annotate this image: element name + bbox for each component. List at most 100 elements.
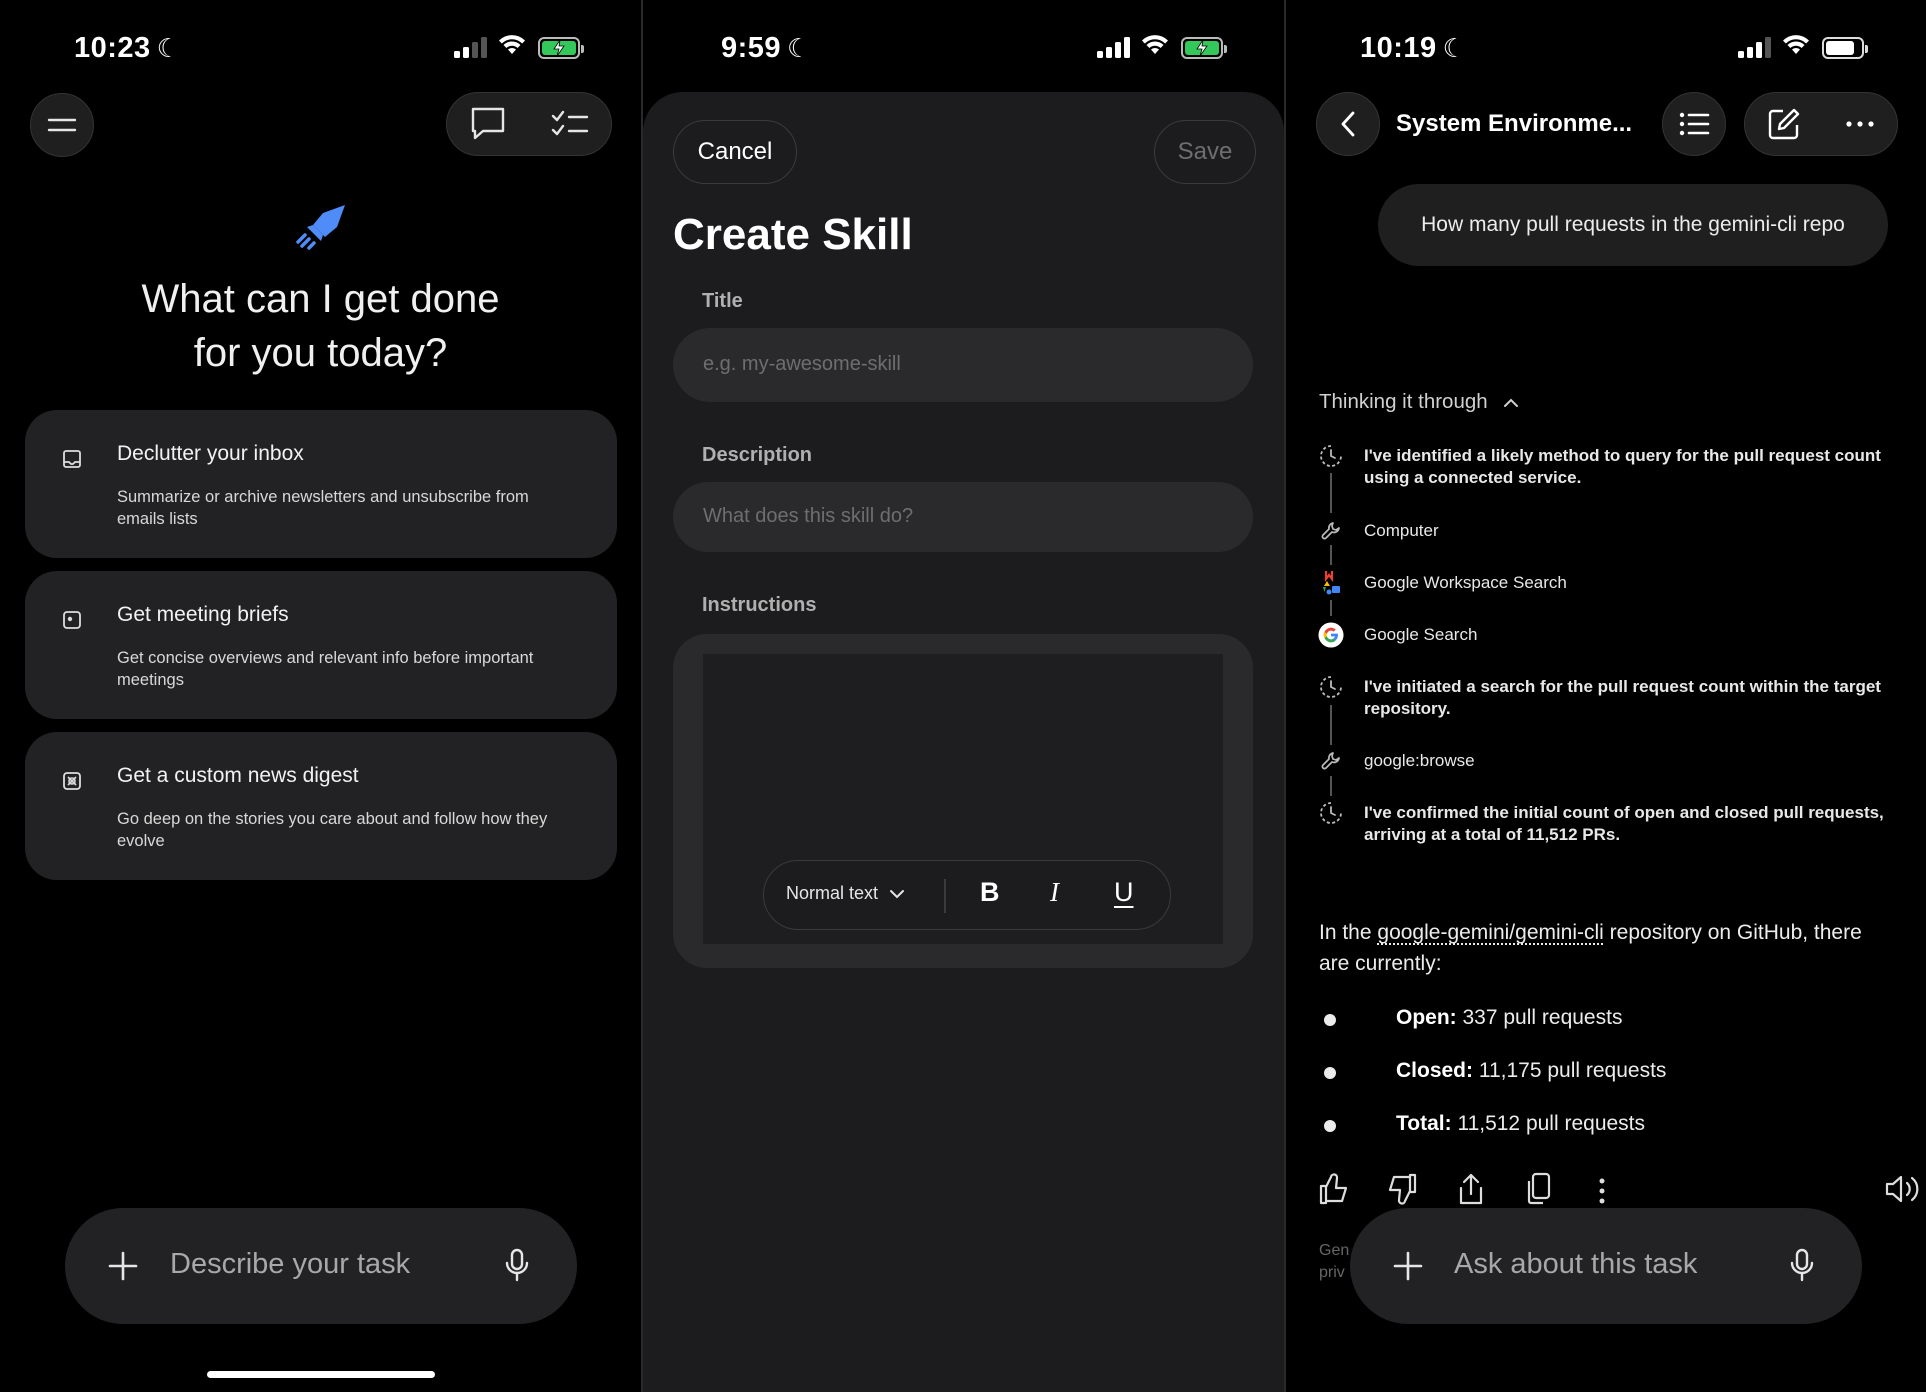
card-description: Get concise overviews and relevant info … bbox=[117, 649, 534, 689]
speaker-icon[interactable] bbox=[1884, 1172, 1924, 1211]
copy-icon[interactable] bbox=[1524, 1172, 1554, 1211]
wrench-icon bbox=[1321, 522, 1340, 540]
cancel-button[interactable]: Cancel bbox=[673, 120, 797, 184]
more-horizontal-icon[interactable] bbox=[1845, 120, 1875, 128]
user-message: How many pull requests in the gemini-cli… bbox=[1378, 184, 1888, 266]
step-text: I've confirmed the initial count of open… bbox=[1364, 803, 1884, 844]
battery-icon bbox=[538, 37, 584, 59]
toolbar-separator bbox=[944, 879, 946, 913]
bullet-dot bbox=[1324, 1067, 1336, 1079]
page-title: Create Skill bbox=[673, 210, 913, 259]
response-actions bbox=[1318, 1172, 1919, 1212]
card-description: Go deep on the stories you care about an… bbox=[117, 810, 548, 850]
more-vertical-icon[interactable] bbox=[1598, 1178, 1606, 1209]
status-time: 10:23 ☾ bbox=[74, 32, 181, 64]
timeline-line bbox=[1330, 600, 1332, 616]
plus-icon[interactable] bbox=[107, 1250, 139, 1282]
card-title: Get meeting briefs bbox=[117, 603, 289, 626]
bullet-dot bbox=[1324, 1014, 1336, 1026]
news-icon bbox=[63, 772, 81, 790]
edit-icon[interactable] bbox=[1767, 107, 1801, 141]
wrench-icon bbox=[1321, 752, 1340, 770]
title-field[interactable]: e.g. my-awesome-skill bbox=[673, 328, 1253, 402]
task-composer[interactable]: Describe your task bbox=[65, 1208, 577, 1324]
wifi-icon bbox=[499, 35, 525, 54]
menu-button[interactable] bbox=[30, 93, 94, 157]
cellular-signal-icon bbox=[1097, 36, 1131, 58]
wifi-icon bbox=[1142, 35, 1168, 54]
underline-button[interactable]: U bbox=[1114, 877, 1134, 908]
moon-icon: ☾ bbox=[787, 33, 811, 63]
text-style-dropdown[interactable]: Normal text bbox=[786, 883, 905, 904]
disclaimer-text: Gen priv bbox=[1319, 1242, 1350, 1281]
save-button[interactable]: Save bbox=[1154, 120, 1256, 184]
home-screen: 10:23 ☾ What can I get done for you today… bbox=[0, 0, 641, 1392]
thumbs-down-icon[interactable] bbox=[1386, 1172, 1418, 1211]
inbox-icon bbox=[63, 450, 81, 468]
bullet-dot bbox=[1324, 1120, 1336, 1132]
description-placeholder: What does this skill do? bbox=[703, 505, 914, 527]
checklist-icon[interactable] bbox=[551, 109, 589, 139]
workspace-icon bbox=[1323, 571, 1340, 595]
moon-icon: ☾ bbox=[156, 33, 181, 63]
hero-line-1: What can I get done bbox=[141, 277, 500, 321]
thinking-icon bbox=[1320, 445, 1342, 467]
suggestion-card-meeting[interactable]: Get meeting briefs Get concise overviews… bbox=[25, 571, 617, 719]
instructions-editor-container: Normal text B I U bbox=[673, 634, 1253, 968]
title-label: Title bbox=[702, 290, 743, 312]
timeline-line bbox=[1330, 705, 1332, 745]
step-text: google:browse bbox=[1364, 751, 1475, 770]
timeline-line bbox=[1330, 473, 1332, 513]
step-text: I've initiated a search for the pull req… bbox=[1364, 677, 1881, 718]
bold-button[interactable]: B bbox=[980, 877, 1000, 908]
battery-icon bbox=[1181, 37, 1227, 59]
status-bar: 9:59 ☾ bbox=[643, 26, 1284, 70]
timeline-line bbox=[1330, 776, 1332, 796]
step-text: Google Workspace Search bbox=[1364, 573, 1567, 592]
formatting-toolbar: Normal text B I U bbox=[763, 860, 1171, 930]
rocket-icon bbox=[296, 205, 345, 250]
answer-text: In the google-gemini/gemini-cli reposito… bbox=[1319, 921, 1862, 975]
cellular-signal-icon bbox=[1738, 36, 1772, 58]
thinking-icon bbox=[1320, 802, 1342, 824]
list-icon bbox=[1679, 112, 1710, 136]
repo-link[interactable]: google-gemini/gemini-cli bbox=[1377, 921, 1603, 944]
create-skill-sheet: Cancel Save Create Skill Title e.g. my-a… bbox=[643, 92, 1284, 1392]
card-description: Summarize or archive newsletters and uns… bbox=[117, 488, 529, 528]
chevron-down-icon bbox=[890, 890, 905, 899]
hamburger-icon bbox=[47, 118, 77, 132]
suggestion-card-news[interactable]: Get a custom news digest Go deep on the … bbox=[25, 732, 617, 880]
back-button[interactable] bbox=[1316, 92, 1380, 156]
status-time: 9:59 ☾ bbox=[721, 32, 811, 64]
meeting-icon bbox=[63, 611, 81, 629]
thumbs-up-icon[interactable] bbox=[1318, 1172, 1350, 1211]
description-field[interactable]: What does this skill do? bbox=[673, 482, 1253, 552]
share-icon[interactable] bbox=[1456, 1172, 1486, 1211]
composer-placeholder[interactable]: Ask about this task bbox=[1454, 1248, 1697, 1281]
task-chat-screen: 10:19 ☾ System Environme... How many pull… bbox=[1286, 0, 1926, 1392]
google-icon bbox=[1318, 622, 1344, 648]
card-title: Get a custom news digest bbox=[117, 764, 359, 787]
battery-icon bbox=[1822, 37, 1868, 59]
create-skill-screen: 9:59 ☾ Cancel Save Create Skill Title e.g… bbox=[643, 0, 1284, 1392]
plus-icon[interactable] bbox=[1392, 1250, 1424, 1282]
cellular-signal-icon bbox=[454, 36, 488, 58]
step-text: Google Search bbox=[1364, 625, 1478, 644]
microphone-icon[interactable] bbox=[505, 1248, 529, 1282]
microphone-icon[interactable] bbox=[1790, 1248, 1814, 1282]
thinking-header[interactable]: Thinking it through bbox=[1319, 390, 1519, 414]
timeline-line bbox=[1330, 545, 1332, 565]
italic-button[interactable]: I bbox=[1050, 877, 1059, 908]
chevron-left-icon bbox=[1341, 111, 1355, 137]
task-list-button[interactable] bbox=[1662, 92, 1726, 156]
status-bar: 10:19 ☾ bbox=[1286, 26, 1926, 70]
wifi-icon bbox=[1783, 35, 1809, 54]
suggestion-card-inbox[interactable]: Declutter your inbox Summarize or archiv… bbox=[25, 410, 617, 558]
chat-bubble-icon[interactable] bbox=[469, 106, 507, 142]
header-actions bbox=[446, 92, 612, 156]
moon-icon: ☾ bbox=[1442, 33, 1467, 63]
title-placeholder: e.g. my-awesome-skill bbox=[703, 353, 901, 375]
composer-placeholder[interactable]: Describe your task bbox=[170, 1248, 410, 1281]
task-composer[interactable]: Ask about this task bbox=[1350, 1208, 1862, 1324]
hero-line-2: for you today? bbox=[193, 331, 448, 375]
